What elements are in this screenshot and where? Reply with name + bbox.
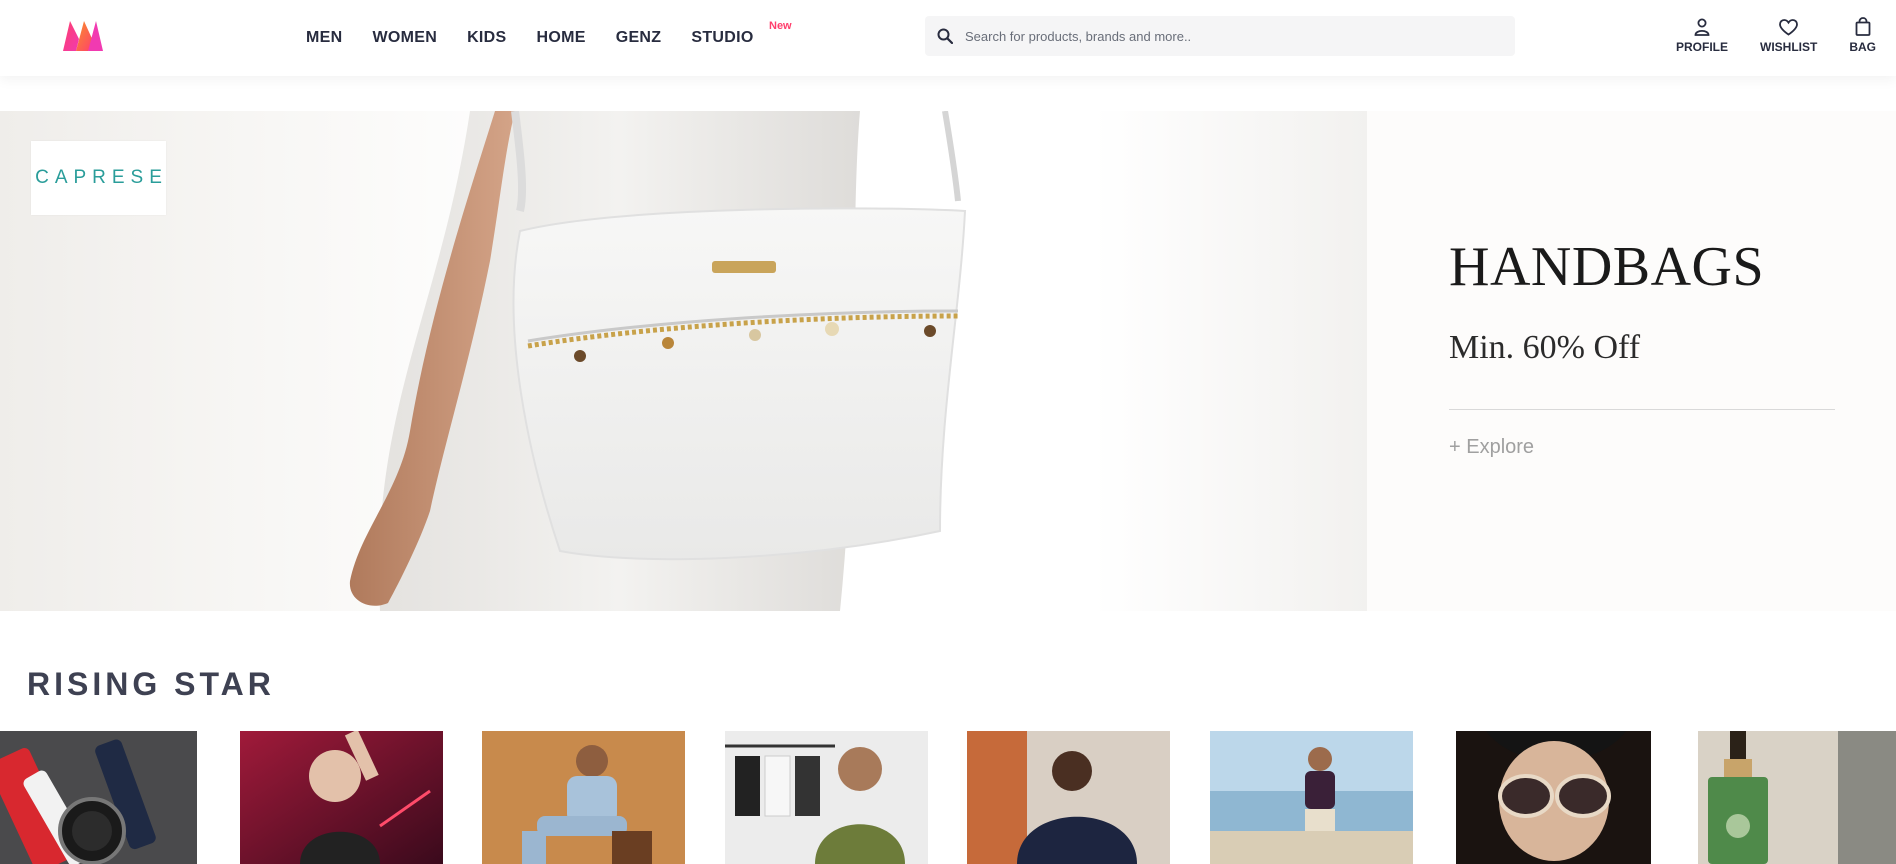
bag-button[interactable]: BAG — [1849, 14, 1876, 62]
nav-kids[interactable]: KIDS — [467, 29, 506, 47]
myntra-logo-icon[interactable] — [60, 19, 106, 53]
section-title: RISING STAR — [27, 666, 275, 702]
new-badge: New — [769, 20, 792, 32]
tile-sunglasses-model[interactable] — [1456, 731, 1651, 864]
nav-studio[interactable]: STUDIO New — [691, 20, 791, 47]
hero-divider — [1449, 409, 1835, 410]
tile-tshirt-model-rack[interactable] — [725, 731, 928, 864]
profile-button[interactable]: PROFILE — [1676, 14, 1728, 62]
wishlist-button[interactable]: WISHLIST — [1760, 14, 1817, 62]
explore-link[interactable]: + Explore — [1449, 436, 1835, 459]
hero-subtitle: Min. 60% Off — [1449, 329, 1641, 366]
brand-name: CAPRESE — [35, 167, 168, 188]
wishlist-label: WISHLIST — [1760, 40, 1818, 54]
bag-label: BAG — [1849, 40, 1876, 54]
main-nav: MEN WOMEN KIDS HOME GENZ STUDIO New — [306, 0, 792, 76]
heart-icon — [1779, 19, 1799, 36]
nav-men[interactable]: MEN — [306, 29, 342, 47]
brand-logo-box: CAPRESE — [31, 141, 166, 215]
nav-genz[interactable]: GENZ — [616, 29, 662, 47]
handbag-illustration — [349, 111, 967, 611]
tile-polo-beach[interactable] — [1210, 731, 1413, 864]
hero-title: HANDBAGS — [1449, 236, 1765, 298]
hero-image: CAPRESE — [0, 111, 1367, 611]
site-header: MEN WOMEN KIDS HOME GENZ STUDIO New PROF… — [0, 0, 1896, 76]
nav-studio-label: STUDIO — [691, 29, 754, 46]
tile-denim-model-chair[interactable] — [482, 731, 685, 864]
header-actions: PROFILE WISHLIST BAG — [1644, 14, 1876, 62]
profile-label: PROFILE — [1675, 40, 1728, 54]
hero-copy: HANDBAGS Min. 60% Off + Explore — [1449, 239, 1835, 459]
hero-banner[interactable]: CAPRESE HANDBAGS Min. 60% Off + Explore — [0, 111, 1896, 611]
profile-icon — [1694, 18, 1710, 36]
search-input[interactable] — [965, 17, 1505, 55]
search-icon[interactable] — [925, 16, 965, 56]
tile-male-model-neon[interactable] — [240, 731, 443, 864]
tile-serum-bottle[interactable] — [1698, 731, 1896, 864]
nav-women[interactable]: WOMEN — [372, 29, 437, 47]
tile-hoodie-model[interactable] — [967, 731, 1170, 864]
tile-watch-straps[interactable] — [0, 731, 197, 864]
search-bar — [925, 16, 1515, 56]
nav-home[interactable]: HOME — [537, 29, 586, 47]
bag-icon — [1855, 17, 1871, 36]
